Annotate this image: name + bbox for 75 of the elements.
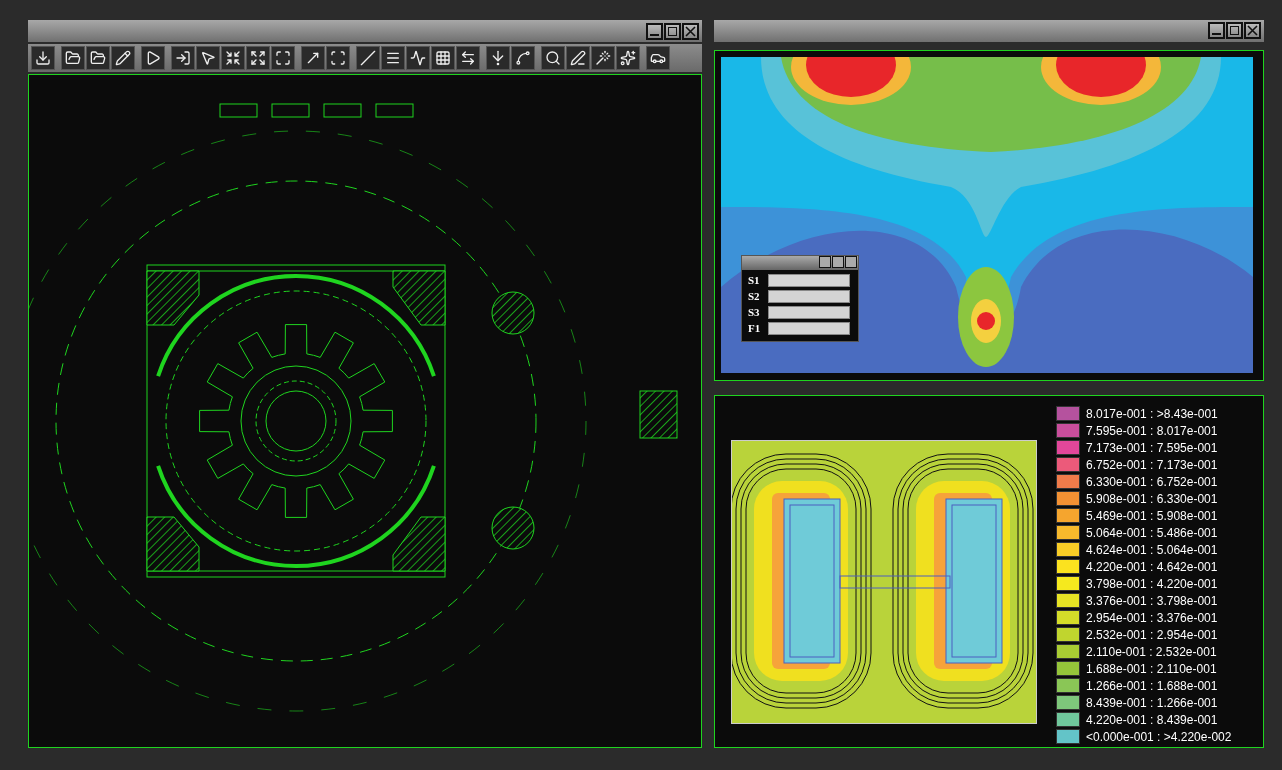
toolbar-button[interactable] <box>486 46 510 70</box>
toolbar-button[interactable] <box>221 46 245 70</box>
input-field[interactable] <box>768 273 850 287</box>
toolbar-button[interactable] <box>301 46 325 70</box>
field-label: F1 <box>748 322 762 335</box>
legend-label: 3.798e-001 : 4.220e-001 <box>1086 575 1218 592</box>
login-arrow-icon <box>175 50 191 66</box>
spline-icon <box>515 50 531 66</box>
toolbar-button[interactable] <box>356 46 380 70</box>
shrink-icon <box>225 50 241 66</box>
legend-label: 2.532e-001 : 2.954e-001 <box>1086 626 1218 643</box>
wand-icon <box>595 50 611 66</box>
legend-label: 2.954e-001 : 3.376e-001 <box>1086 609 1218 626</box>
legend-label: 5.908e-001 : 6.330e-001 <box>1086 490 1218 507</box>
toolbar-button[interactable] <box>196 46 220 70</box>
legend-label: 4.220e-001 : 8.439e-001 <box>1086 711 1218 728</box>
pointer-icon <box>200 50 216 66</box>
toolbar-button[interactable] <box>406 46 430 70</box>
toolbar-button[interactable] <box>456 46 480 70</box>
sparkles-icon <box>620 50 636 66</box>
legend-label: 2.110e-001 : 2.532e-001 <box>1086 643 1217 660</box>
toolbar-button[interactable] <box>381 46 405 70</box>
legend-label: 8.439e-001 : 1.266e-001 <box>1086 694 1218 711</box>
search-icon <box>545 50 561 66</box>
toolbar-button[interactable] <box>566 46 590 70</box>
toolbar-button[interactable] <box>271 46 295 70</box>
scan-frame-icon <box>330 50 346 66</box>
field-label: S2 <box>748 290 761 303</box>
wave-line-icon <box>410 50 426 66</box>
input-field[interactable] <box>768 289 850 303</box>
pencil-icon <box>115 50 131 66</box>
toolbar-button[interactable] <box>541 46 565 70</box>
grid-icon <box>435 50 451 66</box>
swap-arrows-icon <box>460 50 476 66</box>
legend-label: 5.469e-001 : 5.908e-001 <box>1086 507 1218 524</box>
lines-icon <box>385 50 401 66</box>
field-label: S3 <box>748 306 761 319</box>
legend-label: 8.017e-001 : >8.43e-001 <box>1086 405 1218 422</box>
toolbar-button[interactable] <box>111 46 135 70</box>
legend-label: 4.624e-001 : 5.064e-001 <box>1086 541 1218 558</box>
input-field[interactable] <box>768 321 850 335</box>
field-label: S1 <box>748 274 761 287</box>
legend-label: 6.752e-001 : 7.173e-001 <box>1086 456 1218 473</box>
folder-open-icon <box>90 50 106 66</box>
legend-label: 1.688e-001 : 2.110e-001 <box>1086 660 1217 677</box>
legend-label: 1.266e-001 : 1.688e-001 <box>1086 677 1218 694</box>
toolbar-button[interactable] <box>326 46 350 70</box>
toolbar-button[interactable] <box>646 46 670 70</box>
toolbar-button[interactable] <box>591 46 615 70</box>
toolbar-button[interactable] <box>616 46 640 70</box>
toolbar-button[interactable] <box>31 46 55 70</box>
input-field[interactable] <box>768 305 850 319</box>
legend-label: <0.000e-001 : >4.220e-002 <box>1086 728 1232 745</box>
toolbar-button[interactable] <box>141 46 165 70</box>
fit-frame-icon <box>275 50 291 66</box>
legend-label: 6.330e-001 : 6.752e-001 <box>1086 473 1218 490</box>
legend-label: 7.595e-001 : 8.017e-001 <box>1086 422 1218 439</box>
diagonal-arrow-icon <box>305 50 321 66</box>
toolbar-button[interactable] <box>511 46 535 70</box>
legend-label: 7.173e-001 : 7.595e-001 <box>1086 439 1218 456</box>
legend-label: 4.220e-001 : 4.642e-001 <box>1086 558 1218 575</box>
play-icon <box>145 50 161 66</box>
toolbar-button[interactable] <box>171 46 195 70</box>
legend-label: 3.376e-001 : 3.798e-001 <box>1086 592 1218 609</box>
toolbar-button[interactable] <box>86 46 110 70</box>
arrow-to-dot-icon <box>490 50 506 66</box>
folder-open-icon <box>65 50 81 66</box>
expand-icon <box>250 50 266 66</box>
slash-icon <box>360 50 376 66</box>
legend-label: 5.064e-001 : 5.486e-001 <box>1086 524 1218 541</box>
tray-arrow-icon <box>35 50 51 66</box>
pen-line-icon <box>570 50 586 66</box>
toolbar-button[interactable] <box>431 46 455 70</box>
toolbar-button[interactable] <box>61 46 85 70</box>
toolbar-button[interactable] <box>246 46 270 70</box>
